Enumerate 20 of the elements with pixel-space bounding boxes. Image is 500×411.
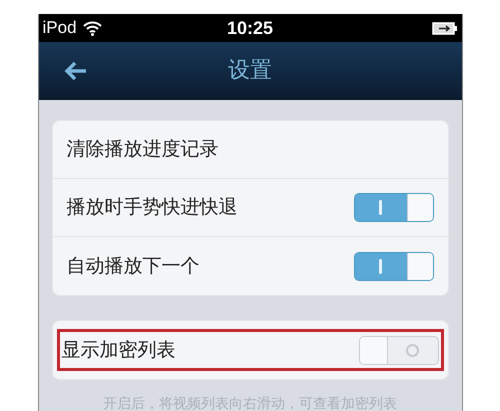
clock: 10:25 [226, 16, 274, 40]
setting-row[interactable]: 自动播放下一个 [64, 245, 436, 287]
toggle-switch[interactable] [354, 193, 434, 222]
setting-label: 显示加密列表 [62, 338, 176, 363]
on-mark-icon [379, 258, 382, 274]
battery-icon [432, 22, 458, 34]
setting-row[interactable]: 清除播放进度记录 [64, 128, 436, 170]
back-arrow-icon [64, 60, 88, 80]
wifi-icon [82, 20, 102, 36]
toggle-switch[interactable] [354, 252, 434, 280]
page-title: 设置 [228, 57, 272, 85]
toggle-switch[interactable] [358, 336, 438, 364]
setting-label: 播放时手势快进快退 [66, 195, 238, 220]
setting-row[interactable]: 播放时手势快进快退 [64, 186, 436, 228]
on-mark-icon [379, 200, 382, 215]
carrier-label: iPod [42, 17, 77, 40]
off-mark-icon [406, 344, 419, 356]
setting-label: 自动播放下一个 [66, 254, 200, 279]
setting-label: 清除播放进度记录 [66, 137, 218, 162]
highlight-frame[interactable]: 显示加密列表 [56, 329, 444, 371]
